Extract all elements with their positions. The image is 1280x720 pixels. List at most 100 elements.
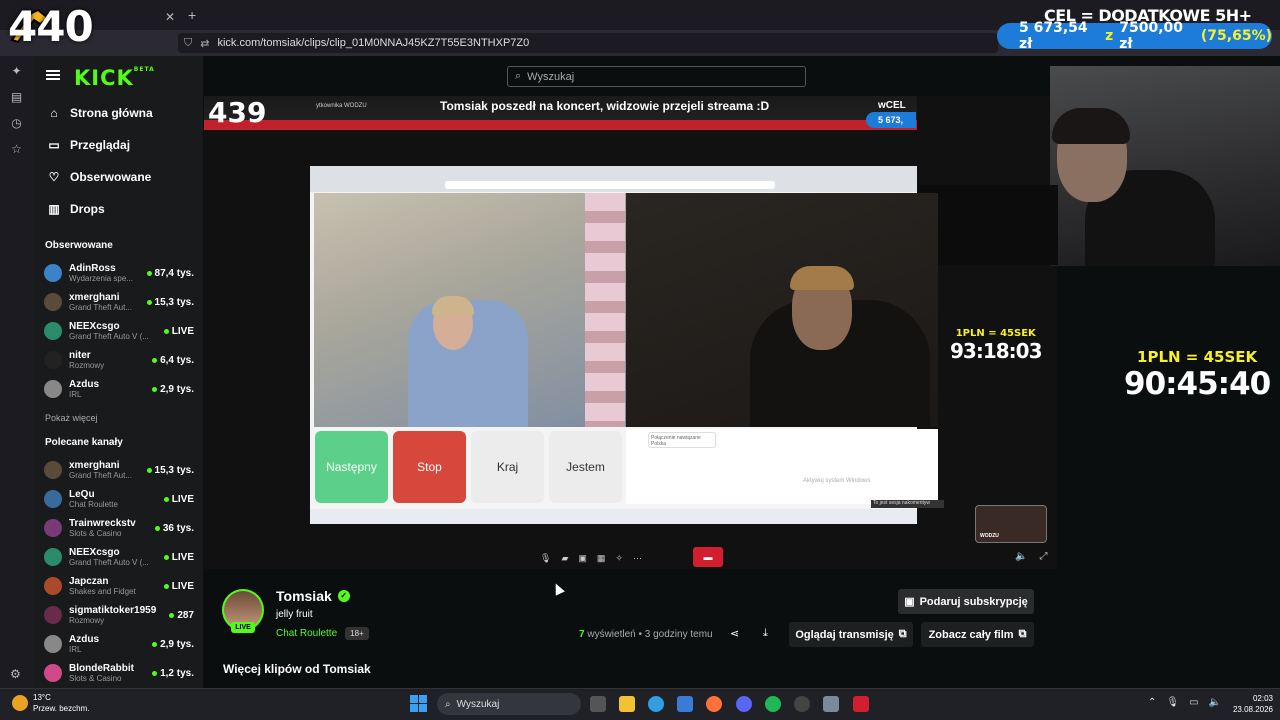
weather-widget[interactable]: 13°C Przew. bezchm. — [12, 692, 89, 714]
views-info: 7 wyświetleń • 3 godziny temu — [579, 629, 713, 640]
edge-icon[interactable] — [648, 696, 664, 712]
live-badge: LIVE — [231, 622, 255, 633]
share-icon[interactable]: ⋖ — [730, 627, 739, 640]
sidebar-channel[interactable]: xmerghani Grand Theft Aut... 15,3 tys. — [44, 288, 194, 316]
end-call-icon: ▬ — [703, 552, 713, 562]
gift-sub-button[interactable]: ▣ Podaruj subskrypcję — [898, 589, 1034, 614]
obs-icon[interactable] — [794, 696, 810, 712]
channel-name: xmerghani — [69, 460, 120, 471]
sidebar-channel[interactable]: Azdus IRL 2,9 tys. — [44, 630, 194, 658]
sidebar-channel[interactable]: Azdus IRL 2,9 tys. — [44, 375, 194, 403]
star-icon[interactable]: ☆ — [8, 140, 26, 158]
recording-app-icon[interactable] — [853, 696, 869, 712]
sidebar-channel[interactable]: Japczan Shakes and Fidget LIVE — [44, 572, 194, 600]
sidebar-channel[interactable]: niter Rozmowy 6,4 tys. — [44, 346, 194, 374]
channel-name: xmerghani — [69, 292, 120, 303]
volume-icon[interactable]: 🔈 — [1209, 697, 1221, 708]
sidebar-channel[interactable]: LeQu Chat Roulette LIVE — [44, 485, 194, 513]
logo-badge: BETA — [133, 66, 155, 73]
sidebar-channel[interactable]: sigmatiktoker1959 Rozmowy 287 — [44, 601, 194, 629]
windows-start-button[interactable] — [410, 695, 427, 712]
viewer-count: 287 — [169, 610, 194, 621]
camera-icon[interactable]: ▰ — [561, 553, 568, 564]
more-icon[interactable]: ⋯ — [633, 553, 642, 564]
person-left-hair — [432, 296, 474, 316]
spotify-icon[interactable] — [765, 696, 781, 712]
gift-sub-label: Podaruj subskrypcję — [919, 595, 1028, 608]
show-more-link[interactable]: Pokaż więcej — [45, 413, 98, 423]
viewer-count: LIVE — [163, 552, 194, 563]
effects-icon[interactable]: ✧ — [615, 553, 623, 564]
viewer-count-text: 1,2 tys. — [160, 667, 194, 679]
bookmark-icon[interactable]: ▤ — [8, 88, 26, 106]
banner-counter: 439 — [208, 96, 267, 129]
channel-name: Trainwreckstv — [69, 518, 136, 529]
logo-text: KICK — [74, 66, 134, 90]
taskbar-search[interactable]: ⌕ Wyszukaj — [437, 693, 581, 715]
sidebar-channel[interactable]: NEEXcsgo Grand Theft Auto V (... LIVE — [44, 317, 194, 345]
grid-icon[interactable]: ▦ — [597, 553, 606, 564]
followed-header: Obserwowane — [45, 240, 113, 251]
system-clock[interactable]: 02:03 23.08.2026 — [1228, 693, 1273, 715]
gear-icon[interactable]: ⚙ — [10, 667, 21, 681]
category-link[interactable]: Chat Roulette — [276, 628, 337, 639]
sidebar-channel[interactable]: BlondeRabbit Slots & Casino 1,2 tys. — [44, 659, 194, 687]
watch-stream-button[interactable]: Oglądaj transmisję ⧉ — [789, 622, 913, 647]
close-tab-icon[interactable]: ✕ — [165, 8, 175, 26]
live-dot — [152, 357, 158, 363]
home-icon: ⌂ — [50, 106, 58, 120]
chevron-up-icon[interactable]: ⌃ — [1148, 697, 1156, 708]
viewer-count: 6,4 tys. — [152, 355, 194, 366]
live-dot — [163, 328, 169, 334]
live-dot — [152, 641, 158, 647]
sparkle-icon[interactable]: ✦ — [8, 62, 26, 80]
windows-taskbar — [0, 688, 1280, 720]
drops-icon: ▥ — [48, 202, 60, 216]
avatar — [44, 664, 62, 682]
sidebar-channel[interactable]: NEEXcsgo Grand Theft Auto V (... LIVE — [44, 543, 194, 571]
store-icon[interactable] — [677, 696, 693, 712]
history-icon[interactable]: ◷ — [8, 114, 26, 132]
kick-logo[interactable]: KICKBETA — [74, 66, 155, 90]
download-icon[interactable]: ⤓ — [763, 627, 768, 640]
sidebar-channel[interactable]: Trainwreckstv Slots & Casino 36 tys. — [44, 514, 194, 542]
screen-icon[interactable]: ▣ — [578, 553, 587, 564]
viewer-count-text: 87,4 tys. — [154, 267, 194, 279]
url-field[interactable]: ⛉ ⇄ kick.com/tomsiak/clips/clip_01M0NNAJ… — [178, 33, 998, 53]
sidebar-channel[interactable]: AdinRoss Wydarzenia spe... 87,4 tys. — [44, 259, 194, 287]
discord-icon[interactable] — [736, 696, 752, 712]
channel-category: IRL — [69, 645, 82, 654]
new-tab-icon[interactable]: + — [188, 7, 196, 23]
nav-browse[interactable]: ▭ Przeglądaj — [48, 138, 130, 152]
nav-following[interactable]: ♡ Obserwowane — [48, 170, 152, 184]
streamer-name[interactable]: Tomsiak ✓ — [276, 588, 350, 604]
end-call-button[interactable]: ▬ — [693, 547, 723, 567]
settings-app-icon[interactable] — [823, 696, 839, 712]
nav-label: Drops — [70, 202, 105, 216]
banner-goal: 5 673, — [866, 112, 916, 128]
fullscreen-icon[interactable]: ⤢ — [1039, 551, 1047, 562]
goal-current: 5 673,54 zł — [1019, 20, 1088, 52]
file-explorer-icon[interactable] — [619, 696, 635, 712]
network-icon[interactable]: ▭ — [1189, 697, 1198, 708]
mic-icon[interactable]: 🎙 — [1166, 697, 1179, 708]
site-info-icon[interactable]: ⇄ — [200, 37, 209, 50]
volume-icon[interactable]: 🔈 — [1015, 551, 1027, 562]
mic-icon[interactable]: 🎙 — [540, 553, 551, 564]
channel-name: Azdus — [69, 379, 99, 390]
channel-category: Slots & Casino — [69, 529, 122, 538]
goal-percent: (75,65%) — [1200, 28, 1272, 44]
avatar — [44, 293, 62, 311]
firefox-icon[interactable] — [706, 696, 722, 712]
outer-timer: 1PLN = 45SEK 90:45:40 — [1124, 348, 1271, 402]
full-video-button[interactable]: Zobacz cały film ⧉ — [921, 622, 1034, 647]
live-dot — [169, 612, 175, 618]
nav-label: Obserwowane — [70, 170, 152, 184]
search-input[interactable]: ⌕ Wyszukaj — [507, 66, 806, 87]
viewer-count: 87,4 tys. — [146, 267, 194, 279]
nav-home[interactable]: ⌂ Strona główna — [48, 106, 152, 120]
nav-drops[interactable]: ▥ Drops — [48, 202, 105, 216]
sidebar-channel[interactable]: xmerghani Grand Theft Aut... 15,3 tys. — [44, 456, 194, 484]
menu-icon[interactable] — [46, 68, 60, 82]
task-view-icon[interactable] — [590, 696, 606, 712]
